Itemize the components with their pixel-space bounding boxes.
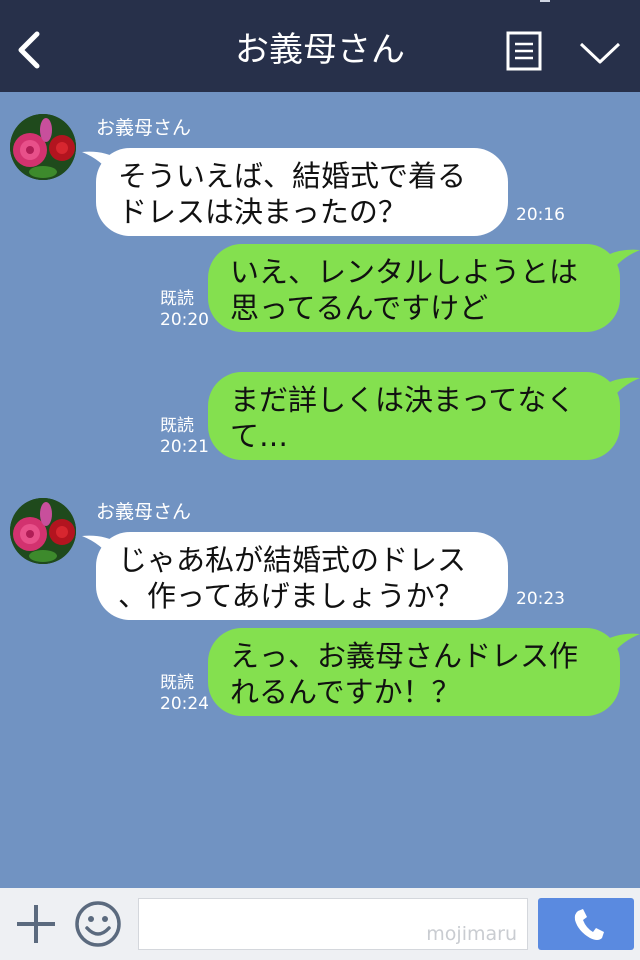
message-bubble-incoming[interactable]: じゃあ私が結婚式のドレス 、作ってあげましょうか？ (96, 532, 508, 620)
message-text: まだ詳しくは決まってなく て… (230, 383, 576, 453)
read-receipt: 既読 (160, 416, 194, 436)
notes-button[interactable] (506, 31, 542, 71)
rose-avatar-icon (10, 114, 76, 180)
rose-avatar-icon (10, 498, 76, 564)
message-bubble-outgoing[interactable]: いえ、レンタルしようとは 思ってるんですけど (208, 244, 620, 332)
sender-name: お義母さん (96, 117, 192, 139)
menu-button[interactable] (578, 38, 622, 68)
watermark: mojimaru (426, 923, 517, 945)
message-text: そういえば、結婚式で着る ドレスは決まったの？ (118, 159, 467, 229)
call-button[interactable] (538, 898, 634, 950)
message-bubble-outgoing[interactable]: えっ、お義母さんドレス作 れるんですか！？ (208, 628, 620, 716)
message-time: 20:23 (516, 589, 565, 609)
message-time: 20:24 (160, 694, 209, 714)
sender-name: お義母さん (96, 501, 192, 523)
note-icon (506, 31, 542, 71)
plus-icon (17, 905, 55, 943)
message-input[interactable]: mojimaru (138, 898, 528, 950)
message-time: 20:21 (160, 437, 209, 457)
emoji-button[interactable] (74, 900, 122, 948)
chat-title: お義母さん (235, 30, 405, 70)
message-bubble-outgoing[interactable]: まだ詳しくは決まってなく て… (208, 372, 620, 460)
phone-icon (574, 909, 604, 940)
message-time: 20:16 (516, 205, 565, 225)
read-receipt: 既読 (160, 673, 194, 693)
message-time: 20:20 (160, 310, 209, 330)
smiley-icon (75, 901, 121, 947)
read-receipt: 既読 (160, 289, 194, 309)
avatar[interactable] (10, 114, 76, 180)
chevron-down-icon (579, 42, 621, 64)
add-button[interactable] (14, 902, 58, 946)
avatar[interactable] (10, 498, 76, 564)
message-text: いえ、レンタルしようとは 思ってるんですけど (230, 255, 579, 325)
status-indicator (540, 0, 550, 2)
message-text: えっ、お義母さんドレス作 れるんですか！？ (230, 639, 579, 709)
message-text: じゃあ私が結婚式のドレス 、作ってあげましょうか？ (118, 543, 467, 613)
message-bubble-incoming[interactable]: そういえば、結婚式で着る ドレスは決まったの？ (96, 148, 508, 236)
